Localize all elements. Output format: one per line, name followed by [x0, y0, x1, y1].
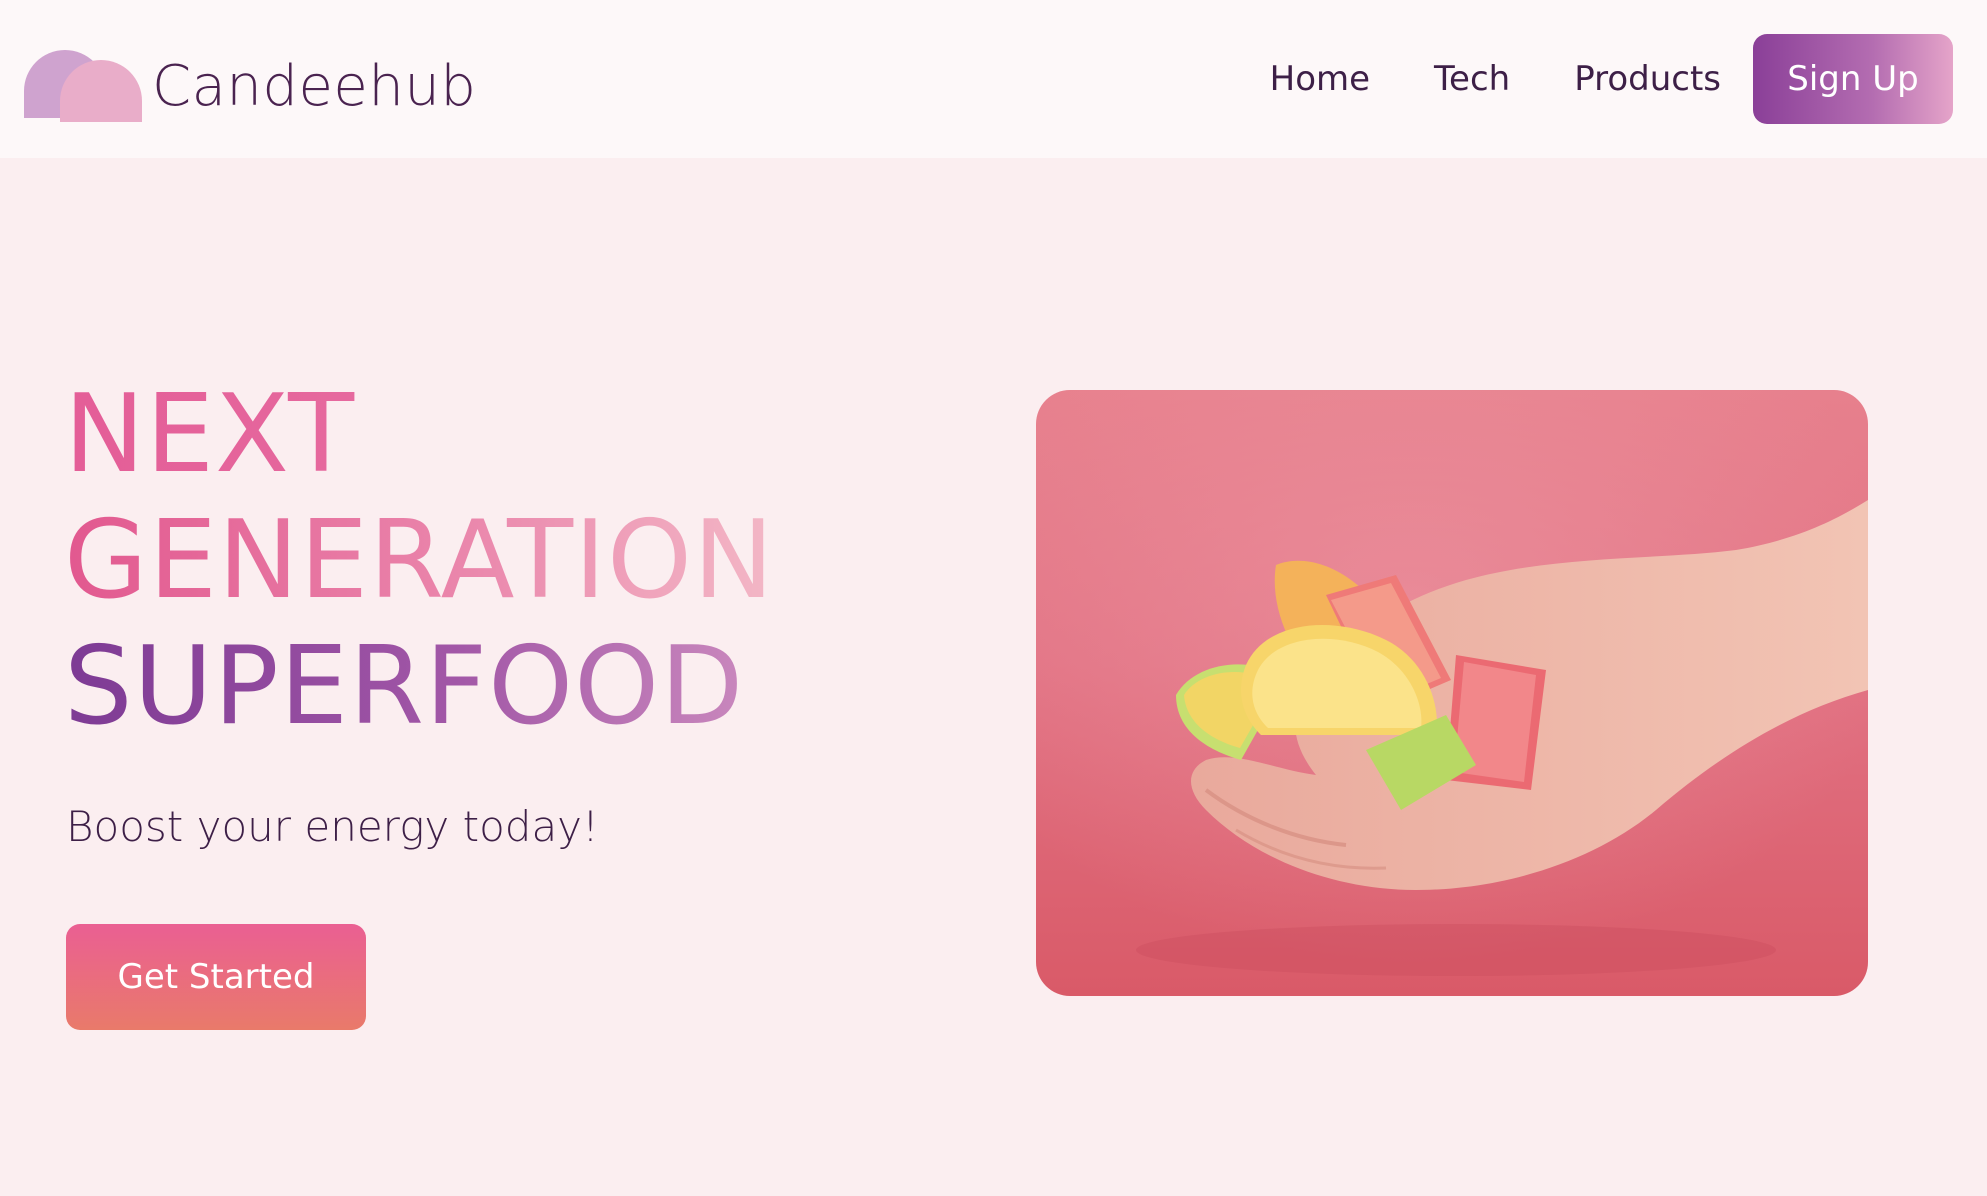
hero-image-candies-in-hand [1036, 390, 1868, 996]
hero-headline: NEXT GENERATION SUPERFOOD [64, 372, 775, 750]
headline-line-1: NEXT [64, 372, 775, 498]
headline-line-3: SUPERFOOD [64, 624, 775, 750]
nav-link-home[interactable]: Home [1270, 59, 1370, 99]
candeehub-logo-icon [24, 46, 146, 122]
sign-up-button[interactable]: Sign Up [1753, 34, 1953, 124]
nav-links: Home Tech Products Sign Up [1270, 34, 1953, 124]
get-started-button[interactable]: Get Started [66, 924, 366, 1030]
nav-link-products[interactable]: Products [1574, 59, 1721, 99]
brand-name: Candeehub [152, 53, 477, 119]
top-navbar: Candeehub Home Tech Products Sign Up [0, 0, 1987, 158]
candy-hand-illustration [1036, 390, 1868, 996]
hero-tagline: Boost your energy today! [66, 802, 599, 851]
nav-link-tech[interactable]: Tech [1434, 59, 1510, 99]
headline-line-2: GENERATION [64, 498, 775, 623]
brand-logo[interactable]: Candeehub [24, 44, 476, 124]
